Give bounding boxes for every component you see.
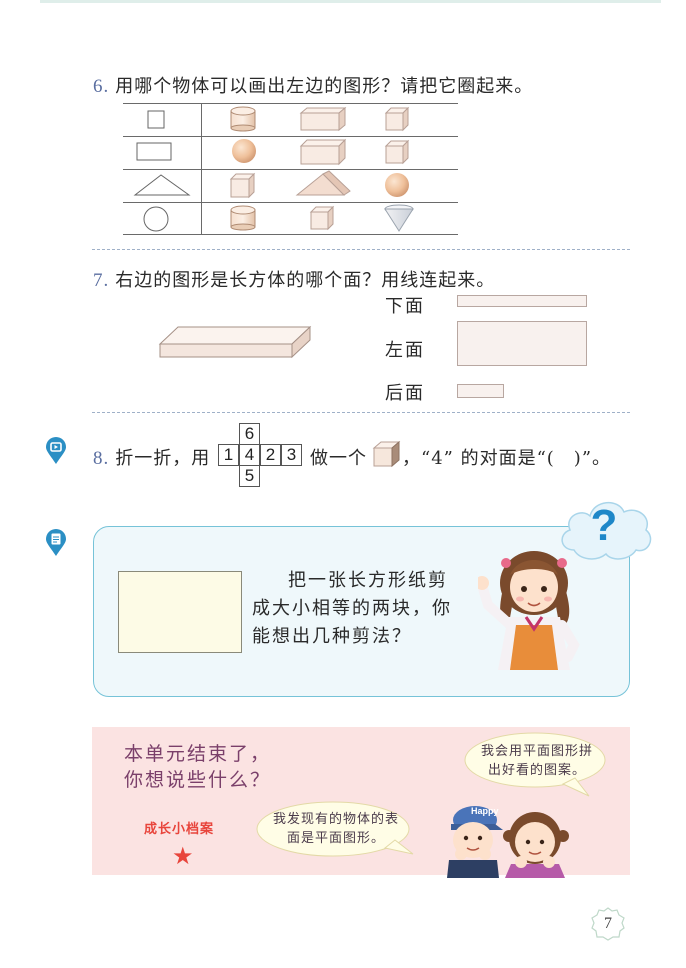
face-shape-large-rectangle	[457, 321, 587, 366]
rectangle-outline	[136, 142, 172, 161]
cube-shape	[384, 106, 410, 132]
section-divider	[92, 412, 630, 413]
cuboid-shape	[299, 138, 347, 166]
question-mark: ?	[591, 501, 618, 550]
face-label-left: 左面	[385, 340, 425, 361]
star-icon: ★	[172, 842, 194, 870]
question-number: 7.	[93, 270, 110, 291]
triangular-prism-shape	[295, 170, 351, 196]
net-cell: 2	[260, 444, 281, 466]
face-shape-small-rectangle	[457, 384, 504, 398]
net-cell: 4	[239, 444, 260, 466]
question-6: 6. 用哪个物体可以画出左边的图形？请把它圈起来。	[93, 72, 533, 98]
net-cell: 6	[239, 423, 260, 445]
question-7: 7. 右边的图形是长方体的哪个面？用线连起来。	[93, 266, 495, 292]
section-divider	[92, 249, 630, 250]
girl-illustration	[478, 551, 580, 670]
thinking-text: 把一张长方形纸剪成大小相等的两块，你能想出几种剪法？	[252, 570, 452, 647]
question-text: 用哪个物体可以画出左边的图形？请把它圈起来。	[115, 76, 534, 97]
document-pin-icon[interactable]	[45, 529, 67, 557]
cuboid-shape	[299, 106, 347, 132]
table-shapes	[133, 106, 414, 232]
circle-outline	[143, 206, 169, 232]
sphere-shape	[232, 139, 256, 163]
question-text: 右边的图形是长方体的哪个面？用线连起来。	[115, 270, 496, 291]
face-label-bottom: 下面	[385, 296, 425, 317]
growth-record-label: 成长小档案	[144, 821, 215, 836]
video-pin-icon[interactable]	[45, 437, 67, 465]
cuboid-board	[158, 325, 312, 359]
cylinder-shape	[230, 106, 256, 132]
cube-shape	[309, 205, 335, 231]
square-outline	[147, 110, 165, 129]
shape-matching-table	[123, 103, 458, 235]
small-cube-image	[372, 440, 401, 468]
net-cell: 1	[218, 444, 239, 466]
summary-title: 本单元结束了，你想说些什么？	[124, 743, 272, 791]
cylinder-shape	[230, 205, 256, 231]
question-number: 8.	[93, 448, 110, 469]
top-rule	[40, 0, 661, 3]
children-illustration: Happy	[447, 806, 569, 878]
question-text-mid: 做一个	[310, 448, 367, 469]
triangle-outline	[133, 174, 191, 196]
cube-shape	[229, 172, 256, 199]
bubble-right-text: 我会用平面图形拼出好看的图案。	[480, 744, 593, 778]
page-number: 7	[604, 915, 612, 932]
face-shape-long-strip	[457, 295, 587, 307]
question-text-start: 折一折，用	[115, 448, 211, 469]
face-label-back: 后面	[385, 383, 425, 404]
cap-text: Happy	[471, 806, 499, 816]
bubble-left-text: 我发现有的物体的表面是平面图形。	[272, 812, 399, 846]
cone-shape	[384, 204, 414, 232]
net-cell: 3	[281, 444, 302, 466]
question-8: 8. 折一折，用	[93, 444, 210, 470]
net-cell: 5	[239, 465, 260, 487]
sphere-shape	[385, 173, 409, 197]
cube-shape	[384, 139, 410, 165]
question-text-end: ，“4” 的对面是“( )”。	[402, 448, 612, 469]
question-number: 6.	[93, 76, 110, 97]
rectangle-paper	[118, 571, 242, 653]
